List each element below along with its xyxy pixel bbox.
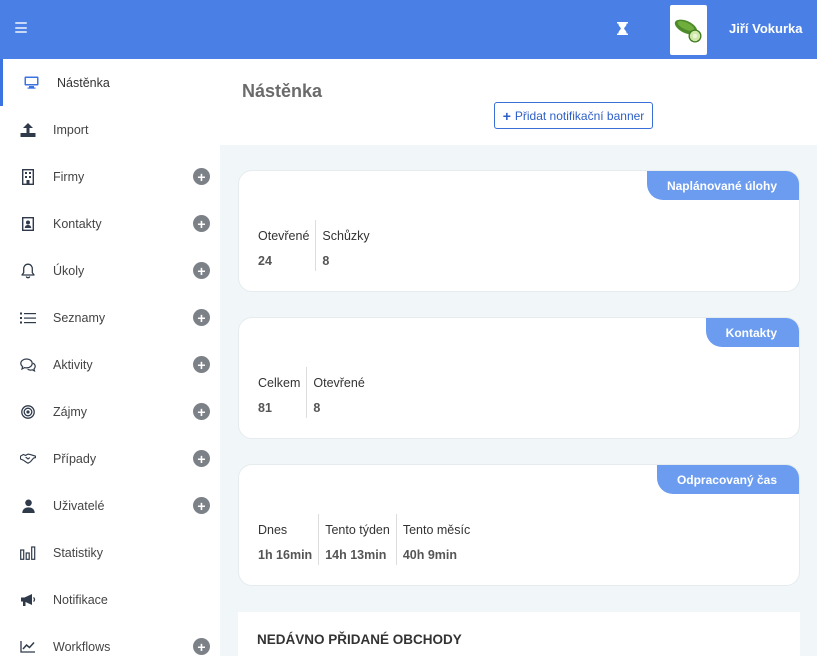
sidebar-item-label: Seznamy	[53, 310, 106, 325]
stat[interactable]: Celkem 81	[258, 367, 308, 418]
stat-value: 40h 9min	[402, 548, 458, 562]
stat-label: Otevřené	[258, 229, 310, 243]
building-icon	[20, 168, 36, 185]
avatar-cucumber-icon	[674, 19, 701, 43]
sidebar-item-firmy[interactable]: Firmy +	[0, 153, 220, 200]
sidebar-item-label: Uživatelé	[53, 498, 105, 513]
card-tag[interactable]: Naplánované úlohy	[646, 171, 799, 200]
stat-label: Otevřené	[313, 376, 365, 390]
add-zajmy-button[interactable]: +	[193, 403, 210, 420]
bar-chart-icon	[20, 545, 36, 561]
stat-label: Tento týden	[325, 523, 390, 537]
scheduled-tasks-card: Naplánované úlohy Otevřené 24 Schůzky 8	[238, 170, 800, 292]
user-icon	[20, 498, 36, 514]
stat-value: 81	[258, 401, 272, 415]
menu-icon[interactable]	[15, 22, 27, 33]
stat[interactable]: Otevřené 24	[258, 220, 317, 271]
sidebar-item-statistiky[interactable]: Statistiky	[0, 529, 220, 576]
add-pripady-button[interactable]: +	[193, 450, 210, 467]
card-tag[interactable]: Kontakty	[705, 318, 799, 347]
avatar[interactable]	[670, 5, 707, 55]
stat-value: 14h 13min	[325, 548, 387, 562]
sidebar-item-label: Notifikace	[53, 592, 108, 607]
stat-label: Celkem	[258, 376, 301, 390]
hourglass-icon[interactable]	[617, 22, 628, 35]
sidebar-item-seznamy[interactable]: Seznamy +	[0, 294, 220, 341]
add-notification-banner-button[interactable]: + Přidat notifikační banner	[494, 102, 653, 129]
add-firmy-button[interactable]: +	[193, 168, 210, 185]
contact-card-icon	[20, 216, 36, 232]
sidebar-item-nastenka[interactable]: Nástěnka	[0, 59, 220, 106]
add-uzivatele-button[interactable]: +	[193, 497, 210, 514]
content-header: Nástěnka + Přidat notifikační banner	[220, 59, 817, 145]
sidebar-item-label: Úkoly	[53, 263, 85, 278]
sidebar-item-pripady[interactable]: Případy +	[0, 435, 220, 482]
stat-label: Tento měsíc	[402, 523, 471, 537]
stat-label: Dnes	[258, 523, 288, 537]
sidebar-item-ukoly[interactable]: Úkoly +	[0, 247, 220, 294]
worked-time-card: Odpracovaný čas Dnes 1h 16min Tento týde…	[238, 464, 800, 586]
bell-icon	[20, 263, 36, 279]
target-icon	[20, 404, 36, 420]
list-icon	[20, 310, 36, 326]
sidebar-item-aktivity[interactable]: Aktivity +	[0, 341, 220, 388]
recent-deals-title: NEDÁVNO PŘIDANÉ OBCHODY	[257, 632, 462, 647]
user-name[interactable]: Jiří Vokurka	[729, 21, 802, 36]
stat[interactable]: Otevřené 8	[313, 367, 370, 418]
sidebar-item-uzivatele[interactable]: Uživatelé +	[0, 482, 220, 529]
handshake-icon	[20, 451, 36, 467]
stat[interactable]: Tento týden 14h 13min	[325, 514, 397, 565]
contacts-card: Kontakty Celkem 81 Otevřené 8	[238, 317, 800, 439]
sidebar-item-import[interactable]: Import	[0, 106, 220, 153]
page-title: Nástěnka	[242, 81, 323, 101]
plus-icon: +	[502, 107, 511, 124]
card-stats: Celkem 81 Otevřené 8	[258, 367, 377, 418]
sidebar-item-label: Případy	[53, 451, 97, 466]
stat-value: 1h 16min	[258, 548, 313, 562]
stat-value: 8	[322, 254, 330, 268]
add-seznamy-button[interactable]: +	[193, 309, 210, 326]
stat-value: 24	[258, 254, 272, 268]
add-kontakty-button[interactable]: +	[193, 215, 210, 232]
sidebar-item-kontakty[interactable]: Kontakty +	[0, 200, 220, 247]
stat-label: Schůzky	[322, 229, 370, 243]
sidebar-item-workflows[interactable]: Workflows +	[0, 623, 220, 656]
sidebar-item-notifikace[interactable]: Notifikace	[0, 576, 220, 623]
add-aktivity-button[interactable]: +	[193, 356, 210, 373]
add-ukoly-button[interactable]: +	[193, 262, 210, 279]
sidebar-item-label: Firmy	[53, 169, 85, 184]
stat[interactable]: Schůzky 8	[322, 220, 375, 271]
sidebar-item-label: Zájmy	[53, 404, 88, 419]
sidebar-item-label: Import	[53, 122, 89, 137]
sidebar-item-label: Nástěnka	[57, 75, 110, 90]
sidebar-item-label: Workflows	[53, 639, 111, 654]
card-stats: Dnes 1h 16min Tento týden 14h 13min Tent…	[258, 514, 482, 565]
stat[interactable]: Dnes 1h 16min	[258, 514, 320, 565]
card-tag[interactable]: Odpracovaný čas	[656, 465, 799, 494]
sidebar-item-label: Statistiky	[53, 545, 104, 560]
add-notification-banner-label: Přidat notifikační banner	[514, 108, 645, 123]
recent-deals-panel: NEDÁVNO PŘIDANÉ OBCHODY	[238, 612, 800, 656]
monitor-icon	[23, 75, 39, 91]
sidebar-item-label: Kontakty	[53, 216, 102, 231]
card-stats: Otevřené 24 Schůzky 8	[258, 220, 382, 271]
sidebar-item-zajmy[interactable]: Zájmy +	[0, 388, 220, 435]
sidebar: Nástěnka Import Firmy + Kontakty + Úkoly…	[0, 59, 220, 656]
upload-icon	[20, 122, 36, 138]
stat-value: 8	[313, 401, 321, 415]
stat[interactable]: Tento měsíc 40h 9min	[403, 514, 476, 565]
sidebar-item-label: Aktivity	[53, 357, 93, 372]
megaphone-icon	[20, 592, 36, 608]
top-bar: Jiří Vokurka	[0, 0, 817, 59]
line-chart-icon	[20, 639, 36, 655]
add-workflows-button[interactable]: +	[193, 638, 210, 655]
dashboard-body: Naplánované úlohy Otevřené 24 Schůzky 8 …	[220, 145, 817, 656]
chat-icon	[20, 357, 36, 373]
